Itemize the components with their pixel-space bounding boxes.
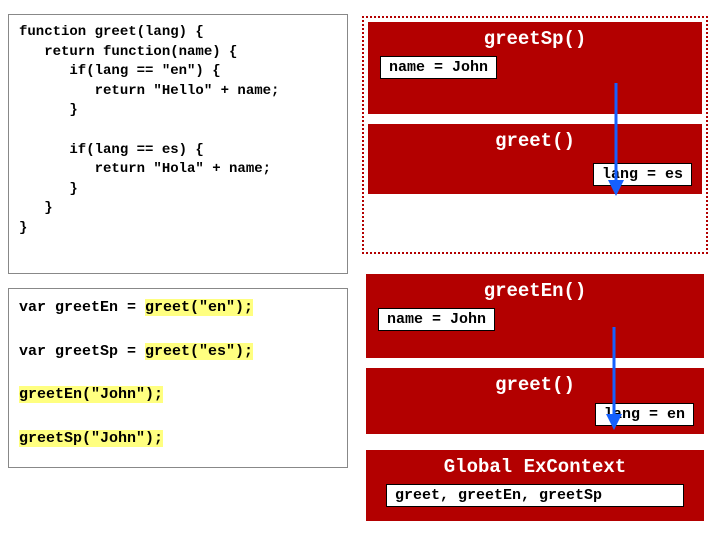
code-line: var greetSp = bbox=[19, 343, 145, 360]
context-var: name = John bbox=[378, 308, 495, 331]
context-var: name = John bbox=[380, 56, 497, 79]
exec-stack-en: greetEn() name = John greet() lang = en bbox=[362, 270, 708, 438]
code-highlight: greetEn("John"); bbox=[19, 386, 163, 403]
code-highlight: greetSp("John"); bbox=[19, 430, 163, 447]
context-greet-en: greet() lang = en bbox=[366, 368, 704, 434]
code-highlight: greet("en"); bbox=[145, 299, 253, 316]
context-title: Global ExContext bbox=[374, 456, 696, 478]
context-greeten: greetEn() name = John bbox=[366, 274, 704, 358]
context-global: Global ExContext greet, greetEn, greetSp bbox=[366, 450, 704, 521]
context-greet-es: greet() lang = es bbox=[368, 124, 702, 194]
context-title: greet() bbox=[376, 130, 694, 152]
context-title: greetEn() bbox=[374, 280, 696, 302]
arrow-icon bbox=[602, 322, 626, 432]
code-block-calls: var greetEn = greet("en"); var greetSp =… bbox=[8, 288, 348, 468]
exec-stack-sp: greetSp() name = John greet() lang = es bbox=[362, 16, 708, 254]
arrow-icon bbox=[604, 78, 628, 198]
context-title: greetSp() bbox=[376, 28, 694, 50]
code-block-function: function greet(lang) { return function(n… bbox=[8, 14, 348, 274]
context-var: greet, greetEn, greetSp bbox=[386, 484, 684, 507]
code-highlight: greet("es"); bbox=[145, 343, 253, 360]
code-line: var greetEn = bbox=[19, 299, 145, 316]
context-greetsp: greetSp() name = John bbox=[368, 22, 702, 114]
context-title: greet() bbox=[374, 374, 696, 396]
